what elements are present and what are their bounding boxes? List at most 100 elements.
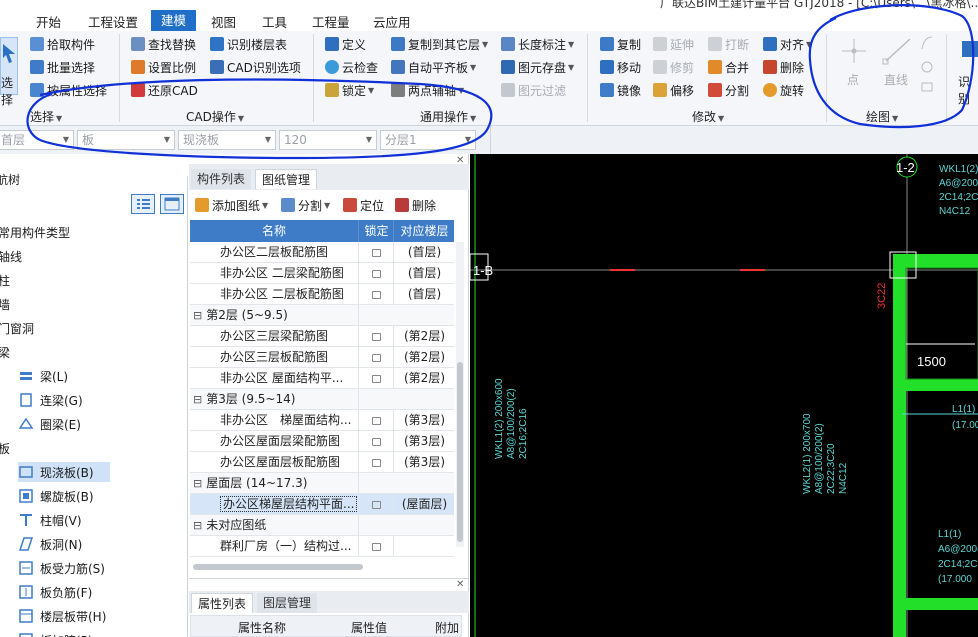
drawing-row[interactable]: 办公区屋面层梁配筋图 (第3层) — [190, 431, 454, 452]
draw-point-button[interactable]: 点 — [836, 35, 872, 89]
select-big-button[interactable]: 选择 — [0, 37, 18, 107]
tree-item[interactable]: 圈梁(E) — [18, 414, 110, 434]
tab-drawing-management[interactable]: 图纸管理 — [255, 169, 318, 189]
collapse-icon[interactable]: ⊟ — [193, 309, 202, 322]
locate-button[interactable]: 定位 — [343, 196, 384, 214]
tree-item[interactable]: 门窗洞 — [0, 318, 34, 338]
break-button[interactable]: 打断 — [708, 35, 749, 53]
two-point-aux-axis-button[interactable]: 两点辅轴 ▼ — [391, 81, 464, 99]
split-drawing-button[interactable]: 分割 ▼ — [281, 196, 330, 214]
lock-cell[interactable] — [360, 368, 394, 389]
column-property-extra[interactable]: 附加 — [435, 619, 459, 636]
lock-cell[interactable] — [360, 242, 394, 263]
mirror-button[interactable]: 镜像 — [600, 81, 641, 99]
component-name-select[interactable]: 120 ▼ — [279, 130, 377, 150]
floor-group-row[interactable]: ⊟ 第3层 (9.5~14) — [190, 389, 454, 410]
lock-cell[interactable] — [360, 284, 394, 305]
tree-item[interactable]: 现浇板(B) — [18, 462, 110, 482]
copy-button[interactable]: 复制 — [600, 35, 641, 53]
cad-identify-options-button[interactable]: CAD识别选项 — [210, 58, 301, 76]
lock-cell[interactable] — [360, 452, 394, 473]
tree-item[interactable]: 板负筋(F) — [18, 582, 110, 602]
menu-start[interactable]: 开始 — [36, 12, 61, 31]
lock-cell[interactable] — [360, 326, 394, 347]
offset-button[interactable]: 偏移 — [653, 81, 694, 99]
extend-button[interactable]: 延伸 — [653, 35, 694, 53]
cad-drawing[interactable]: 1-2 1-B 1500 3C22 WKL1(2) 200x600 A8@100… — [470, 154, 978, 637]
lock-cell[interactable] — [360, 347, 394, 368]
column-floor[interactable]: 对应楼层 — [395, 220, 454, 242]
collapse-icon[interactable]: ⊟ — [193, 477, 202, 490]
drawing-row[interactable]: 非办公区 梯屋面结构... (第3层) — [190, 410, 454, 431]
table-scrollbar[interactable] — [456, 242, 464, 547]
component-type-select[interactable]: 板 ▼ — [77, 130, 175, 150]
delete-drawing-button[interactable]: 删除 — [395, 196, 436, 214]
find-replace-button[interactable]: 查找替换 — [131, 35, 196, 53]
rotate-button[interactable]: 旋转 — [763, 81, 804, 99]
lock-button[interactable]: 锁定 ▼ — [325, 81, 374, 99]
tree-item[interactable]: 板洞(N) — [18, 534, 110, 554]
floor-group-row[interactable]: ⊟ 第2层 (5~9.5) — [190, 305, 454, 326]
lock-cell[interactable] — [360, 263, 394, 284]
close-panel-icon[interactable]: ✕ — [456, 155, 464, 166]
cad-drawing-canvas[interactable]: 1-2 1-B 1500 3C22 WKL1(2) 200x600 A8@100… — [470, 154, 978, 637]
menu-quantity[interactable]: 工程量 — [312, 12, 350, 31]
list-view-toggle[interactable] — [131, 194, 155, 214]
tree-item[interactable]: 楼层板带(H) — [18, 606, 110, 626]
drawing-row[interactable]: 办公区二层板配筋图 (首层) — [190, 242, 454, 263]
auto-align-slab-button[interactable]: 自动平齐板 ▼ — [391, 58, 476, 76]
tab-property-list[interactable]: 属性列表 — [191, 593, 254, 613]
drawing-row[interactable]: 办公区屋面层板配筋图 (第3层) — [190, 452, 454, 473]
column-property-value[interactable]: 属性值 — [351, 619, 387, 636]
select-by-property-button[interactable]: 按属性选择 — [30, 81, 107, 99]
column-property-name[interactable]: 属性名称 — [238, 619, 286, 636]
lock-cell[interactable] — [360, 410, 394, 431]
close-property-panel-icon[interactable]: ✕ — [456, 579, 464, 590]
trim-button[interactable]: 修剪 — [653, 58, 694, 76]
batch-select-button[interactable]: 批量选择 — [30, 58, 95, 76]
copy-to-other-floor-button[interactable]: 复制到其它层 ▼ — [391, 35, 488, 53]
tree-item[interactable]: 常用构件类型 — [0, 222, 70, 242]
drawing-row[interactable]: 非办公区 屋面结构平... (第2层) — [190, 368, 454, 389]
lock-cell[interactable] — [360, 431, 394, 452]
tab-layer-management[interactable]: 图层管理 — [257, 593, 318, 613]
drawing-row[interactable]: 非办公区 二层梁配筋图 (首层) — [190, 263, 454, 284]
floor-group-row[interactable]: ⊟ 屋面层 (14~17.3) — [190, 473, 454, 494]
identify-floor-table-button[interactable]: 识别楼层表 — [210, 35, 287, 53]
define-button[interactable]: 定义 — [325, 35, 366, 53]
menu-tools[interactable]: 工具 — [262, 12, 287, 31]
column-lock[interactable]: 锁定 — [360, 220, 394, 242]
menu-project-settings[interactable]: 工程设置 — [88, 12, 138, 31]
tree-item[interactable]: 板加腋(P) — [18, 630, 110, 637]
drawing-row[interactable]: 群利厂房（一）结构过... — [190, 536, 454, 557]
draw-more-buttons[interactable] — [920, 35, 934, 95]
save-elements-button[interactable]: 图元存盘 ▼ — [501, 58, 574, 76]
menu-modeling[interactable]: 建模 — [151, 10, 197, 31]
tree-item[interactable]: 轴线 — [0, 246, 22, 266]
restore-cad-button[interactable]: 还原CAD — [131, 81, 198, 99]
floor-group-row[interactable]: ⊟ 未对应图纸 — [190, 515, 454, 536]
tree-item[interactable]: 梁 — [0, 342, 10, 362]
element-filter-button[interactable]: 图元过滤 — [501, 81, 566, 99]
move-button[interactable]: 移动 — [600, 58, 641, 76]
menu-cloud[interactable]: 云应用 — [373, 12, 411, 31]
collapse-icon[interactable]: ⊟ — [193, 519, 202, 532]
tree-item[interactable]: 柱帽(V) — [18, 510, 110, 530]
length-dimension-button[interactable]: 长度标注 ▼ — [501, 35, 574, 53]
tree-item[interactable]: 板 — [0, 438, 10, 458]
align-button[interactable]: 对齐 ▼ — [763, 35, 812, 53]
merge-button[interactable]: 合并 — [708, 58, 749, 76]
component-subtype-select[interactable]: 现浇板 ▼ — [178, 130, 276, 150]
drawing-row[interactable]: 办公区梯屋层结构平面... (屋面层) — [190, 494, 454, 515]
drawing-row[interactable]: 办公区三层板配筋图 (第2层) — [190, 347, 454, 368]
table-scrollbar-thumb[interactable] — [457, 362, 463, 542]
tree-item[interactable]: 连梁(G) — [18, 390, 110, 410]
lock-cell[interactable] — [360, 494, 394, 515]
drawing-row[interactable]: 办公区三层梁配筋图 (第2层) — [190, 326, 454, 347]
card-view-toggle[interactable] — [160, 194, 184, 214]
tree-item[interactable]: 墙 — [0, 294, 10, 314]
tab-component-list[interactable]: 构件列表 — [191, 169, 252, 189]
draw-line-button[interactable]: 直线 — [880, 35, 916, 89]
set-scale-button[interactable]: 设置比例 — [131, 58, 196, 76]
collapse-icon[interactable]: ⊟ — [193, 393, 202, 406]
